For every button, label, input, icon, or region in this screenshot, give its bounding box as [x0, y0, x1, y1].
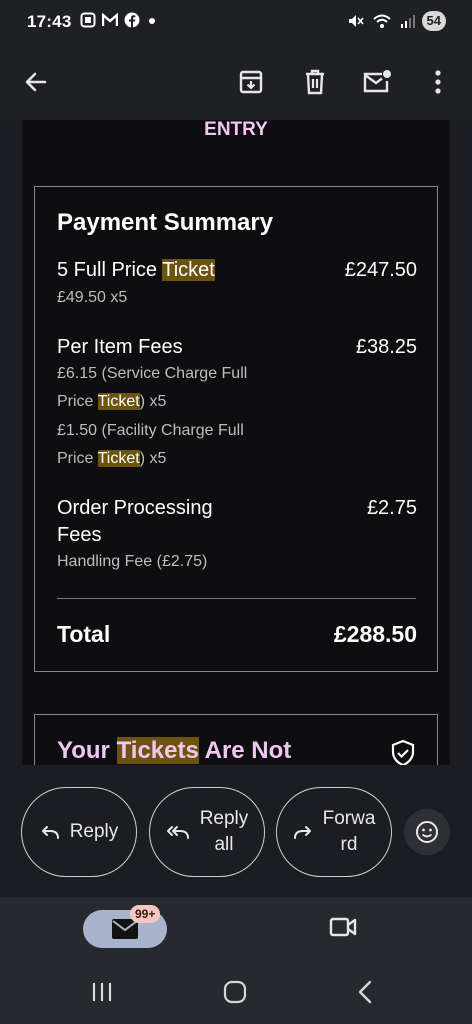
highlighted-ticket: Ticket: [97, 393, 140, 410]
payment-summary-card: Payment Summary 5 Full Price Ticket £247…: [34, 186, 438, 672]
forward-icon: [293, 826, 311, 839]
highlighted-ticket: Ticket: [162, 259, 215, 281]
shield-check-icon: [391, 739, 415, 765]
reply-button[interactable]: Reply: [21, 787, 137, 877]
back-button[interactable]: [14, 60, 58, 104]
item-order-processing-fees: Order Processing: [57, 497, 213, 519]
reply-all-icon: [166, 826, 189, 839]
item-detail: Price Ticket) x5: [57, 450, 166, 468]
reply-label: Reply: [69, 821, 119, 842]
screenshot-icon: [80, 12, 96, 28]
email-toolbar: [0, 46, 472, 120]
recent-apps-button[interactable]: [90, 979, 114, 1010]
tickets-heading: Your Tickets Are Not: [57, 737, 291, 765]
forward-button[interactable]: Forwa rd: [276, 787, 392, 877]
item-amount: £247.50: [344, 259, 417, 281]
item-detail: £1.50 (Facility Charge Full: [57, 422, 244, 439]
mute-icon: [348, 15, 364, 27]
item-order-processing-fees-cont: Fees: [57, 524, 102, 546]
item-detail: £49.50 x5: [57, 289, 128, 306]
reply-actions: Reply Reply all Forwa rd: [0, 765, 472, 897]
more-vert-icon: [435, 70, 441, 94]
item-per-item-fees: Per Item Fees: [57, 336, 183, 358]
detail-text: ) x5: [139, 393, 167, 410]
archive-button[interactable]: [229, 60, 273, 104]
item-full-price-ticket: 5 Full Price Ticket: [57, 259, 215, 282]
emoji-reaction-button[interactable]: [404, 809, 450, 855]
recent-apps-icon: [92, 983, 112, 1001]
forward-line2: rd: [340, 834, 358, 855]
archive-icon: [239, 70, 263, 94]
signal-icon: [400, 15, 415, 28]
dot-icon: [149, 18, 155, 24]
back-nav-button[interactable]: [354, 979, 378, 1010]
facebook-icon: [124, 12, 140, 28]
more-options-button[interactable]: [416, 60, 460, 104]
chevron-left-icon: [358, 980, 372, 1004]
detail-text: ) x5: [139, 450, 167, 467]
delete-button[interactable]: [293, 60, 337, 104]
unread-count-badge: 99+: [130, 905, 161, 923]
system-status: 54: [347, 11, 446, 31]
status-bar: 17:43 54: [0, 0, 472, 46]
notification-icons: [80, 12, 158, 28]
item-detail: Price Ticket) x5: [57, 393, 166, 411]
email-body[interactable]: ENTRY Payment Summary 5 Full Price Ticke…: [22, 120, 450, 765]
highlighted-tickets: Tickets: [116, 737, 199, 764]
heading-text: Are Not: [198, 737, 292, 764]
emoji-icon: [416, 821, 438, 843]
item-amount: £38.25: [355, 336, 417, 358]
detail-text: Price: [57, 393, 98, 410]
reply-all-line1: Reply: [199, 808, 249, 829]
home-button[interactable]: [222, 979, 248, 1010]
reply-all-button[interactable]: Reply all: [149, 787, 265, 877]
back-arrow-icon: [25, 72, 47, 92]
battery-indicator: 54: [421, 11, 446, 31]
bottom-navigation: 99+: [0, 897, 472, 963]
total-amount: £288.50: [333, 621, 417, 647]
meet-tab[interactable]: [328, 914, 358, 945]
video-camera-icon: [329, 917, 357, 937]
delete-icon: [306, 69, 324, 95]
item-detail: £6.15 (Service Charge Full: [57, 365, 248, 382]
summary-divider: [57, 598, 416, 599]
item-detail: Handling Fee (£2.75): [57, 553, 208, 570]
forward-label: Forwa rd: [323, 806, 376, 858]
item-amount: £2.75: [366, 497, 417, 519]
home-icon: [223, 980, 247, 1004]
reply-icon: [41, 826, 59, 839]
summary-title: Payment Summary: [57, 209, 274, 236]
forward-line1: Forwa: [322, 808, 376, 829]
mark-unread-button[interactable]: [355, 60, 399, 104]
tickets-notice-card: Your Tickets Are Not: [34, 714, 438, 765]
gmail-icon: [102, 13, 118, 26]
item-name: 5 Full Price: [57, 259, 163, 281]
wifi-icon: [372, 14, 391, 28]
reply-all-line2: all: [214, 834, 234, 855]
highlighted-ticket: Ticket: [97, 450, 140, 467]
reply-all-label: Reply all: [200, 806, 249, 858]
entry-heading: ENTRY: [204, 120, 268, 140]
heading-text: Your: [57, 737, 117, 764]
status-time: 17:43: [27, 12, 72, 31]
system-navigation-bar: [0, 963, 472, 1024]
total-label: Total: [57, 621, 111, 647]
mark-unread-icon: [363, 70, 391, 93]
detail-text: Price: [57, 450, 98, 467]
